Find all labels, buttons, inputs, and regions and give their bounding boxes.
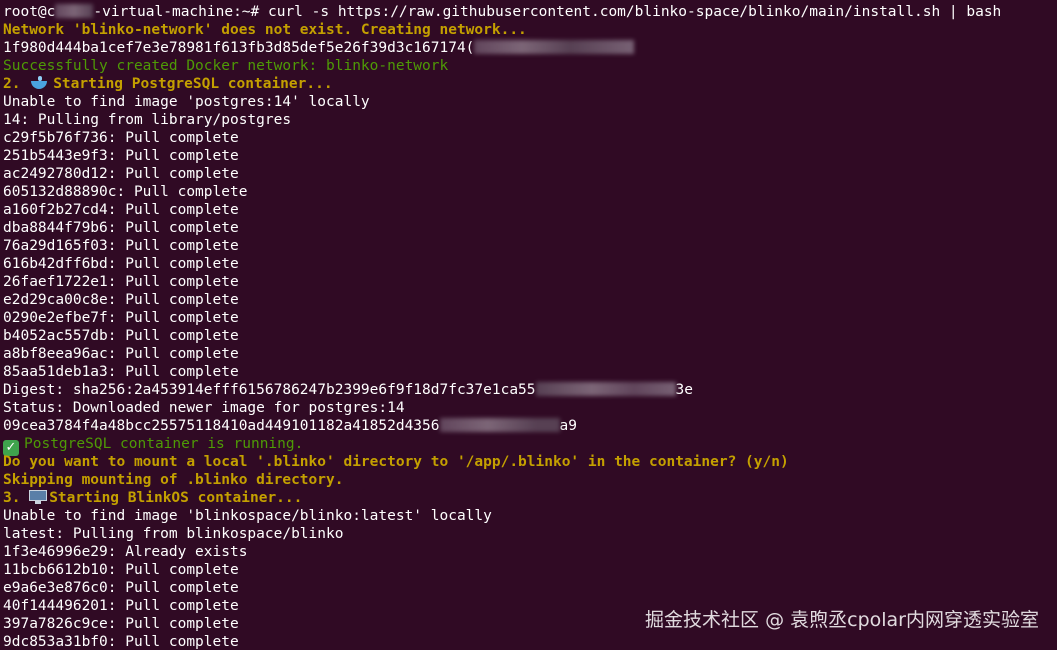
redacted-hostname — [55, 4, 94, 18]
output-line: 11bcb6612b10: Pull complete — [3, 562, 239, 578]
output-line: 2. Starting PostgreSQL container... — [3, 76, 333, 92]
command-prompt-line: root@c -virtual-machine:~# curl -s https:… — [3, 4, 1002, 20]
output-line: Successfully created Docker network: bli… — [3, 58, 449, 74]
redacted-text — [439, 418, 560, 432]
redacted-text — [474, 40, 635, 54]
redacted-text — [535, 382, 676, 396]
output-line: 3. Starting BlinkOS container... — [3, 490, 303, 506]
output-line: b4052ac557db: Pull complete — [3, 328, 239, 344]
output-line: ac2492780d12: Pull complete — [3, 166, 239, 182]
output-line: 0290e2efbe7f: Pull complete — [3, 310, 239, 326]
output-line: dba8844f79b6: Pull complete — [3, 220, 239, 236]
output-line: 09cea3784f4a48bcc25575118410ad449101182a… — [3, 418, 577, 434]
output-line: a160f2b27cd4: Pull complete — [3, 202, 239, 218]
output-line: 1f3e46996e29: Already exists — [3, 544, 248, 560]
output-line: c29f5b76f736: Pull complete — [3, 130, 239, 146]
output-line: 251b5443e9f3: Pull complete — [3, 148, 239, 164]
output-line: latest: Pulling from blinkospace/blinko — [3, 526, 344, 542]
output-line: Unable to find image 'postgres:14' local… — [3, 94, 370, 110]
output-line: Digest: sha256:2a453914efff6156786247b23… — [3, 382, 693, 398]
output-line: Status: Downloaded newer image for postg… — [3, 400, 405, 416]
output-line: 616b42dff6bd: Pull complete — [3, 256, 239, 272]
output-line: e2d29ca00c8e: Pull complete — [3, 292, 239, 308]
output-line: Network 'blinko-network' does not exist.… — [3, 22, 527, 38]
output-line: 1f980d444ba1cef7e3e78981f613fb3d85def5e2… — [3, 39, 1057, 57]
output-line: Do you want to mount a local '.blinko' d… — [3, 454, 789, 470]
output-line: 605132d88890c: Pull complete — [3, 184, 248, 200]
watermark-text: 掘金技术社区 @ 袁煦丞cpolar内网穿透实验室 — [645, 609, 1039, 631]
output-line: Skipping mounting of .blinko directory. — [3, 472, 344, 488]
output-line: 9dc853a31bf0: Pull complete — [3, 634, 239, 650]
output-line: 76a29d165f03: Pull complete — [3, 238, 239, 254]
output-line: a8bf8eea96ac: Pull complete — [3, 346, 239, 362]
output-line: 14: Pulling from library/postgres — [3, 112, 292, 128]
desktop-computer-icon — [29, 490, 48, 504]
whale-icon — [29, 76, 49, 90]
terminal-window[interactable]: root@c -virtual-machine:~# curl -s https:… — [0, 0, 1057, 650]
output-line: ✓ PostgreSQL container is running. — [3, 435, 1057, 456]
output-line: e9a6e3e876c0: Pull complete — [3, 580, 239, 596]
output-line: 26faef1722e1: Pull complete — [3, 274, 239, 290]
output-line: Unable to find image 'blinkospace/blinko… — [3, 508, 492, 524]
output-line: 85aa51deb1a3: Pull complete — [3, 364, 239, 380]
